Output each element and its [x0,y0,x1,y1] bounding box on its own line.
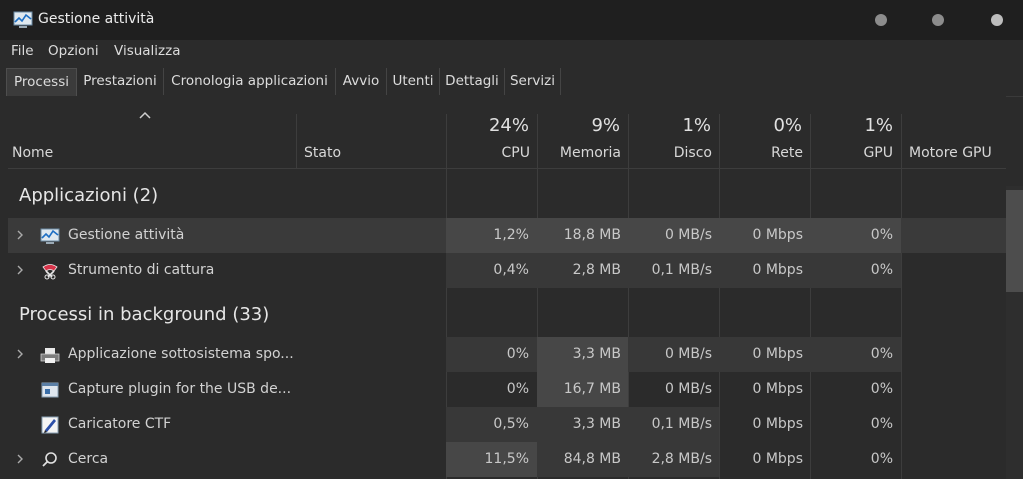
column-header-rete[interactable]: Rete [719,145,803,161]
table-row[interactable]: Capture plugin for the USB de... 0% 16,7… [8,372,1006,407]
table-row[interactable]: Applicazione sottosistema spo... 0% 3,3 … [8,337,1006,372]
disk-value: 2,8 MB/s [628,442,719,477]
tab-avvio[interactable]: Avvio [336,68,387,95]
capture-plugin-icon [41,382,59,398]
sort-ascending-icon[interactable] [137,108,153,122]
network-value: 0 Mbps [752,381,803,397]
process-name: Cerca [68,451,109,467]
tab-bar: Processi Prestazioni Cronologia applicaz… [0,64,1023,97]
memory-value: 2,8 MB [537,253,628,288]
cpu-value: 0,5% [446,407,537,442]
tab-processi[interactable]: Processi [6,68,77,96]
disk-value: 0,1 MB/s [628,407,719,442]
tab-dettagli[interactable]: Dettagli [440,68,505,95]
cpu-value: 0,4% [446,253,537,288]
chevron-right-icon[interactable] [15,263,25,277]
memory-value: 3,3 MB [537,337,628,372]
disk-total-percent[interactable]: 1% [628,115,711,136]
maximize-button[interactable] [932,14,944,26]
memory-value: 84,8 MB [537,442,628,477]
tab-prestazioni[interactable]: Prestazioni [77,68,164,95]
process-name: Capture plugin for the USB de... [68,381,292,397]
gpu-value: 0% [870,381,893,397]
cpu-value: 11,5% [446,442,537,477]
gpu-total-percent[interactable]: 1% [810,115,893,136]
disk-value: 0 MB/s [628,337,719,372]
memory-total-percent[interactable]: 9% [537,115,620,136]
menu-bar: File Opzioni Visualizza [0,40,1023,64]
gpu-value: 0% [810,337,901,372]
snipping-tool-icon [42,264,58,280]
column-header-cpu[interactable]: CPU [446,145,530,161]
group-header-processi-background[interactable]: Processi in background (33) [19,304,269,325]
minimize-button[interactable] [875,14,887,26]
header-divider [8,168,1006,169]
column-header-stato[interactable]: Stato [304,145,341,161]
column-divider [296,114,297,168]
cpu-total-percent[interactable]: 24% [446,115,529,136]
process-name: Gestione attività [68,227,185,243]
table-row[interactable]: Cerca 11,5% 84,8 MB 2,8 MB/s 0 Mbps 0% [8,442,1006,477]
process-name: Caricatore CTF [68,416,172,432]
scrollbar-thumb[interactable] [1006,190,1023,292]
window-title: Gestione attività [38,11,155,27]
tab-servizi[interactable]: Servizi [505,68,561,95]
tab-utenti[interactable]: Utenti [387,68,440,95]
memory-value: 16,7 MB [537,372,628,407]
network-total-percent[interactable]: 0% [719,115,802,136]
disk-value: 0 MB/s [628,218,719,253]
title-bar: Gestione attività [0,0,1023,40]
network-value: 0 Mbps [719,253,810,288]
network-value: 0 Mbps [719,337,810,372]
menu-visualizza[interactable]: Visualizza [114,43,181,59]
column-header-gpu[interactable]: GPU [810,145,893,161]
menu-opzioni[interactable]: Opzioni [48,43,99,59]
column-header-motore-gpu[interactable]: Motore GPU [909,145,992,161]
gpu-value: 0% [810,218,901,253]
gpu-value: 0% [810,253,901,288]
printer-icon [40,348,60,363]
column-header-memoria[interactable]: Memoria [537,145,621,161]
tab-cronologia-applicazioni[interactable]: Cronologia applicazioni [164,68,336,95]
task-manager-icon [13,11,33,28]
memory-value: 18,8 MB [537,218,628,253]
menu-file[interactable]: File [11,43,34,59]
gpu-value: 0% [870,451,893,467]
cpu-value: 1,2% [446,218,537,253]
network-value: 0 Mbps [752,451,803,467]
ctf-loader-icon [41,416,59,434]
cpu-value: 0% [446,337,537,372]
column-header-nome[interactable]: Nome [12,145,53,161]
chevron-right-icon[interactable] [15,452,25,466]
search-icon [42,452,57,467]
disk-value: 0 MB/s [664,381,712,397]
disk-value: 0,1 MB/s [628,253,719,288]
table-row[interactable]: Strumento di cattura 0,4% 2,8 MB 0,1 MB/… [8,253,1006,288]
chevron-right-icon[interactable] [15,347,25,361]
close-button[interactable] [991,14,1003,26]
network-value: 0 Mbps [719,218,810,253]
table-row[interactable]: Caricatore CTF 0,5% 3,3 MB 0,1 MB/s 0 Mb… [8,407,1006,442]
column-header-disco[interactable]: Disco [628,145,712,161]
process-name: Strumento di cattura [68,262,215,278]
cpu-value: 0% [506,381,529,397]
memory-value: 3,3 MB [537,407,628,442]
task-manager-icon [40,228,60,244]
network-value: 0 Mbps [752,416,803,432]
table-row[interactable]: Gestione attività 1,2% 18,8 MB 0 MB/s 0 … [8,218,1006,253]
group-header-applicazioni[interactable]: Applicazioni (2) [19,185,158,206]
gpu-value: 0% [870,416,893,432]
process-name: Applicazione sottosistema spo... [68,346,294,362]
chevron-right-icon[interactable] [15,228,25,242]
